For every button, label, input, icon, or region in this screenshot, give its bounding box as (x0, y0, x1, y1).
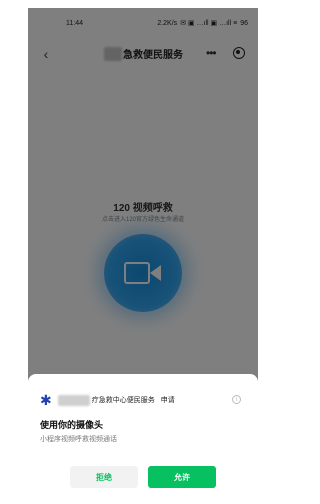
redacted-name-blur (57, 394, 90, 406)
sheet-header: ✱ 疗急救中心便民服务 申请 (40, 393, 175, 407)
permission-description: 小程序视频呼救视频通话 (40, 436, 117, 443)
phone-screen: 11:44 2.2K/s ✉ ▣ …ıll ▣ …ıll ≡ 96 ‹ 急救便民… (28, 8, 258, 504)
info-icon[interactable]: i (232, 395, 241, 404)
medical-star-icon: ✱ (40, 392, 52, 408)
permission-title: 使用你的摄像头 (40, 420, 104, 430)
request-label: 申请 (160, 397, 175, 404)
permission-sheet: ✱ 疗急救中心便民服务 申请 i 使用你的摄像头 小程序视频呼救视频通话 拒绝 … (28, 374, 258, 504)
deny-button[interactable]: 拒绝 (70, 466, 138, 488)
allow-button[interactable]: 允许 (148, 466, 216, 488)
app-name: 疗急救中心便民服务 (91, 397, 155, 404)
